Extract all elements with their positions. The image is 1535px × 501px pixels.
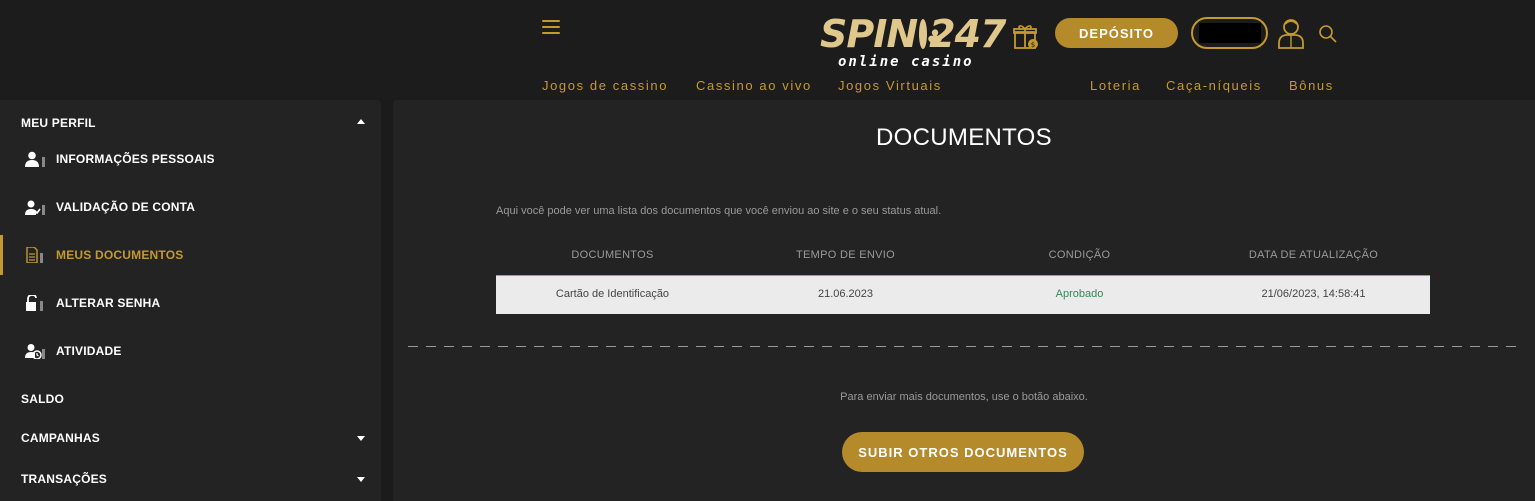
caret-down-icon[interactable]: [357, 477, 365, 482]
sidebar-item-label: VALIDAÇÃO DE CONTA: [56, 200, 196, 214]
column-header-tempo-de-envio: TEMPO DE ENVIO: [796, 249, 895, 261]
sidebar-item-informacoes-pessoais[interactable]: INFORMAÇÕES PESSOAIS: [0, 139, 381, 179]
nav-loteria[interactable]: Loteria: [1090, 78, 1141, 93]
caret-down-icon[interactable]: [357, 436, 365, 441]
user-check-icon: [25, 200, 45, 215]
nav-caca-niqueis[interactable]: Caça-níqueis: [1166, 78, 1262, 93]
user-account-icon[interactable]: [1276, 17, 1306, 49]
sidebar-item-label: INFORMAÇÕES PESSOAIS: [56, 152, 215, 166]
document-icon: [26, 247, 43, 263]
table-row: Cartão de Identificação 21.06.2023 Aprob…: [496, 275, 1430, 314]
sidebar-section-transacoes[interactable]: TRANSAÇÕES: [21, 472, 107, 486]
nav-cassino-ao-vivo[interactable]: Cassino ao vivo: [696, 78, 812, 93]
cell-update-date: 21/06/2023, 14:58:41: [1261, 288, 1366, 300]
upload-documents-button[interactable]: SUBIR OTROS DOCUMENTOS: [842, 432, 1084, 472]
logo-text-left: SPIN: [820, 12, 918, 56]
section-divider: [408, 346, 1523, 347]
nav-bonus[interactable]: Bônus: [1289, 78, 1334, 93]
profile-sidebar: MEU PERFIL INFORMAÇÕES PESSOAIS VALIDAÇÃ…: [0, 100, 381, 501]
sidebar-item-meus-documentos[interactable]: MEUS DOCUMENTOS: [0, 235, 381, 275]
search-icon[interactable]: [1318, 24, 1338, 44]
sidebar-item-label: ATIVIDADE: [56, 344, 122, 358]
cell-document-type: Cartão de Identificação: [555, 288, 670, 300]
logo-wordmark: SPIN 247: [820, 12, 1007, 57]
column-header-condicao: CONDIÇÃO: [1048, 249, 1111, 261]
unlock-icon: [26, 295, 43, 311]
intro-text: Aqui você pode ver uma lista dos documen…: [496, 205, 942, 217]
sidebar-item-alterar-senha[interactable]: ALTERAR SENHA: [0, 283, 381, 323]
site-logo[interactable]: SPIN 247 online casino: [820, 12, 1007, 72]
sidebar-section-campanhas[interactable]: CAMPANHAS: [21, 431, 100, 445]
nav-jogos-virtuais[interactable]: Jogos Virtuais: [838, 78, 942, 93]
svg-text:$: $: [1031, 41, 1035, 49]
upload-hint: Para enviar mais documentos, use o botão…: [840, 391, 1088, 403]
hamburger-menu-icon[interactable]: [542, 20, 560, 36]
balance-redacted: [1198, 23, 1261, 43]
sidebar-section-meu-perfil[interactable]: MEU PERFIL: [21, 116, 96, 130]
caret-up-icon[interactable]: [357, 119, 365, 124]
user-clock-icon: [25, 344, 45, 359]
gift-icon[interactable]: $: [1013, 22, 1039, 50]
sidebar-item-validacao-de-conta[interactable]: VALIDAÇÃO DE CONTA: [0, 187, 381, 227]
documents-panel: DOCUMENTOS Aqui você pode ver uma lista …: [393, 100, 1535, 501]
status-badge: Aprobado: [1055, 288, 1104, 300]
deposit-button[interactable]: DEPÓSITO: [1055, 18, 1178, 48]
cell-send-date: 21.06.2023: [817, 288, 874, 300]
nav-jogos-de-cassino[interactable]: Jogos de cassino: [542, 78, 668, 93]
site-header: SPIN 247 online casino $ DEPÓSITO Jogos …: [0, 0, 1535, 98]
sidebar-section-saldo[interactable]: SALDO: [21, 392, 64, 406]
sidebar-item-atividade[interactable]: ATIVIDADE: [0, 331, 381, 371]
sidebar-item-label: MEUS DOCUMENTOS: [56, 248, 184, 262]
balance-button[interactable]: [1191, 17, 1268, 49]
sidebar-item-label: ALTERAR SENHA: [56, 296, 161, 310]
poker-chip-icon: [919, 17, 943, 57]
logo-tagline: online casino: [838, 54, 974, 70]
column-header-data-de-atualizacao: DATA DE ATUALIZAÇÃO: [1248, 249, 1379, 261]
column-header-documentos: DOCUMENTOS: [571, 249, 654, 261]
user-icon: [25, 151, 45, 167]
page-title: DOCUMENTOS: [876, 124, 1052, 151]
